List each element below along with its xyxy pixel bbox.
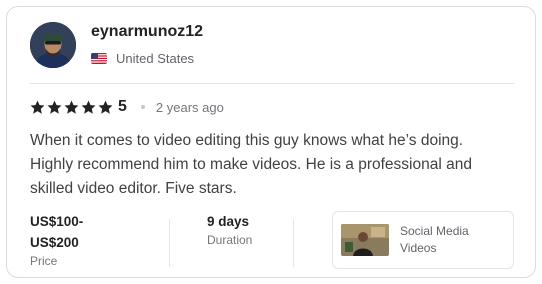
review-meta: US$100- US$200 Price 9 days Duration Soc… bbox=[30, 211, 514, 273]
gig-link-card[interactable]: Social Media Videos bbox=[332, 211, 514, 269]
star-icon bbox=[81, 100, 96, 114]
rating-row: 5 2 years ago bbox=[30, 98, 224, 116]
avatar[interactable] bbox=[30, 22, 76, 68]
country-name: United States bbox=[116, 51, 195, 66]
gig-thumbnail[interactable] bbox=[341, 224, 389, 256]
reviewer-country: United States bbox=[91, 51, 194, 66]
price-block: US$100- US$200 Price bbox=[30, 211, 120, 268]
review-text: When it comes to video editing this guy … bbox=[30, 132, 472, 197]
vertical-divider bbox=[293, 219, 294, 267]
review-card: eynarmunoz12 United States 5 2 years ago… bbox=[6, 6, 536, 278]
price-label: Price bbox=[30, 254, 58, 268]
divider bbox=[30, 83, 514, 84]
rating-value: 5 bbox=[118, 98, 127, 115]
reviewer-username[interactable]: eynarmunoz12 bbox=[91, 23, 203, 41]
star-icon bbox=[30, 100, 45, 114]
star-icon bbox=[47, 100, 62, 114]
star-icon bbox=[98, 100, 113, 114]
duration-value: 9 days bbox=[207, 214, 250, 229]
price-value-line2: US$200 bbox=[30, 235, 79, 250]
star-icon bbox=[64, 100, 79, 114]
avatar-image bbox=[30, 22, 76, 68]
rating-stars bbox=[30, 100, 113, 115]
gig-title-line1: Social Media bbox=[400, 224, 469, 238]
gig-title[interactable]: Social Media Videos bbox=[400, 223, 490, 257]
duration-label: Duration bbox=[207, 233, 253, 247]
separator-dot bbox=[140, 105, 145, 109]
review-time: 2 years ago bbox=[155, 99, 224, 115]
price-value-line1: US$100- bbox=[30, 214, 84, 229]
duration-block: 9 days Duration bbox=[207, 211, 252, 247]
gig-title-line2: Videos bbox=[400, 241, 437, 255]
us-flag-icon bbox=[91, 53, 107, 64]
vertical-divider bbox=[169, 219, 170, 267]
